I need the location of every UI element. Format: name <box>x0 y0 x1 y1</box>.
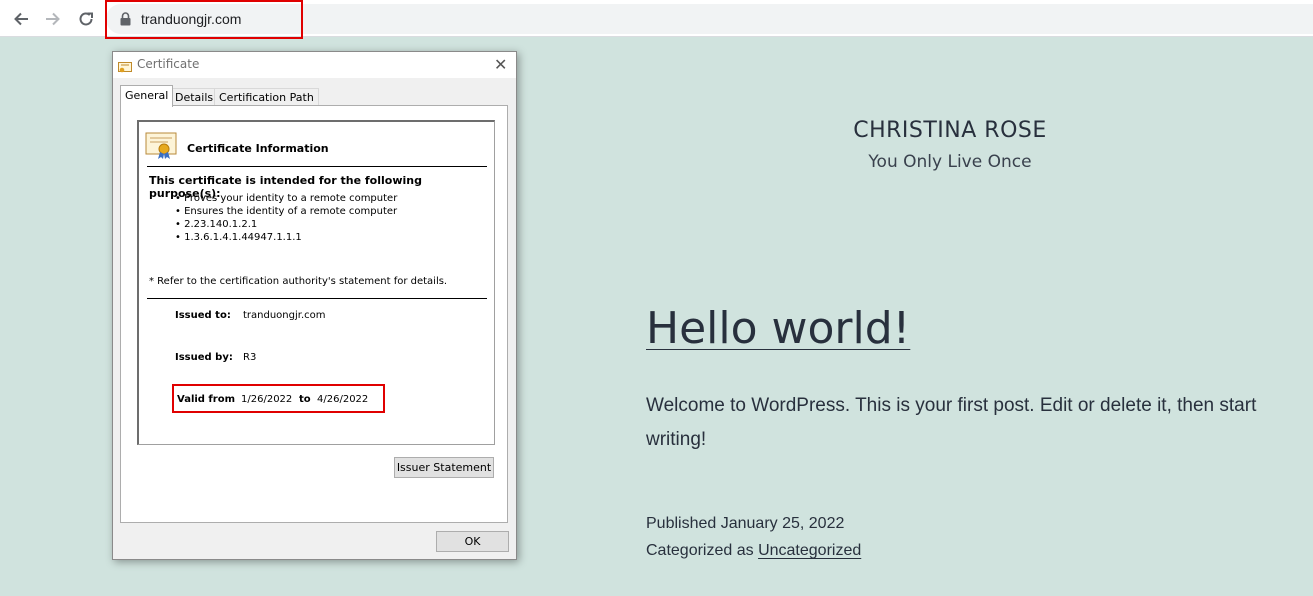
divider <box>147 298 487 299</box>
close-icon[interactable]: ✕ <box>494 55 507 74</box>
validity-highlight-box <box>172 384 385 413</box>
divider <box>147 166 487 167</box>
purpose-item: 2.23.140.1.2.1 <box>175 218 397 231</box>
url-highlight-box <box>105 0 303 39</box>
tab-general[interactable]: General <box>120 85 174 107</box>
site-title[interactable]: CHRISTINA ROSE <box>800 118 1100 143</box>
ok-button[interactable]: OK <box>436 531 509 552</box>
published-date: Published January 25, 2022 <box>646 515 845 532</box>
site-description: You Only Live Once <box>868 152 1032 172</box>
forward-arrow-icon[interactable] <box>41 7 65 31</box>
dialog-titlebar[interactable]: Certificate ✕ <box>113 52 516 78</box>
general-tab-panel: Certificate Information This certificate… <box>120 105 508 523</box>
certificate-info-heading: Certificate Information <box>187 142 329 155</box>
dialog-title: Certificate <box>137 57 200 71</box>
issued-by-value: R3 <box>243 352 257 363</box>
back-arrow-icon[interactable] <box>9 7 33 31</box>
refer-note: * Refer to the certification authority's… <box>149 276 448 287</box>
category-link[interactable]: Uncategorized <box>758 542 861 559</box>
issuer-statement-button[interactable]: Issuer Statement <box>394 457 494 478</box>
post-body: Welcome to WordPress. This is your first… <box>646 395 1257 450</box>
categorized-line: Categorized as Uncategorized <box>646 537 861 564</box>
purpose-list: Proves your identity to a remote compute… <box>175 192 397 244</box>
tab-details[interactable]: Details <box>170 88 219 106</box>
tab-certification-path[interactable]: Certification Path <box>214 88 319 106</box>
certificate-dialog: Certificate ✕ General Details Certificat… <box>112 51 517 560</box>
post-title[interactable]: Hello world! <box>646 303 910 354</box>
certificate-ribbon-icon <box>145 132 177 160</box>
issued-to-value: tranduongjr.com <box>243 310 326 321</box>
reload-icon[interactable] <box>74 7 98 31</box>
categorized-prefix: Categorized as <box>646 542 754 559</box>
issued-to-label: Issued to: <box>175 310 231 321</box>
purpose-item: Ensures the identity of a remote compute… <box>175 205 397 218</box>
certificate-icon <box>118 59 132 73</box>
post-meta: Published January 25, 2022 Categorized a… <box>646 510 861 564</box>
purpose-item: Proves your identity to a remote compute… <box>175 192 397 205</box>
purpose-item: 1.3.6.1.4.1.44947.1.1.1 <box>175 231 397 244</box>
issued-by-label: Issued by: <box>175 352 233 363</box>
